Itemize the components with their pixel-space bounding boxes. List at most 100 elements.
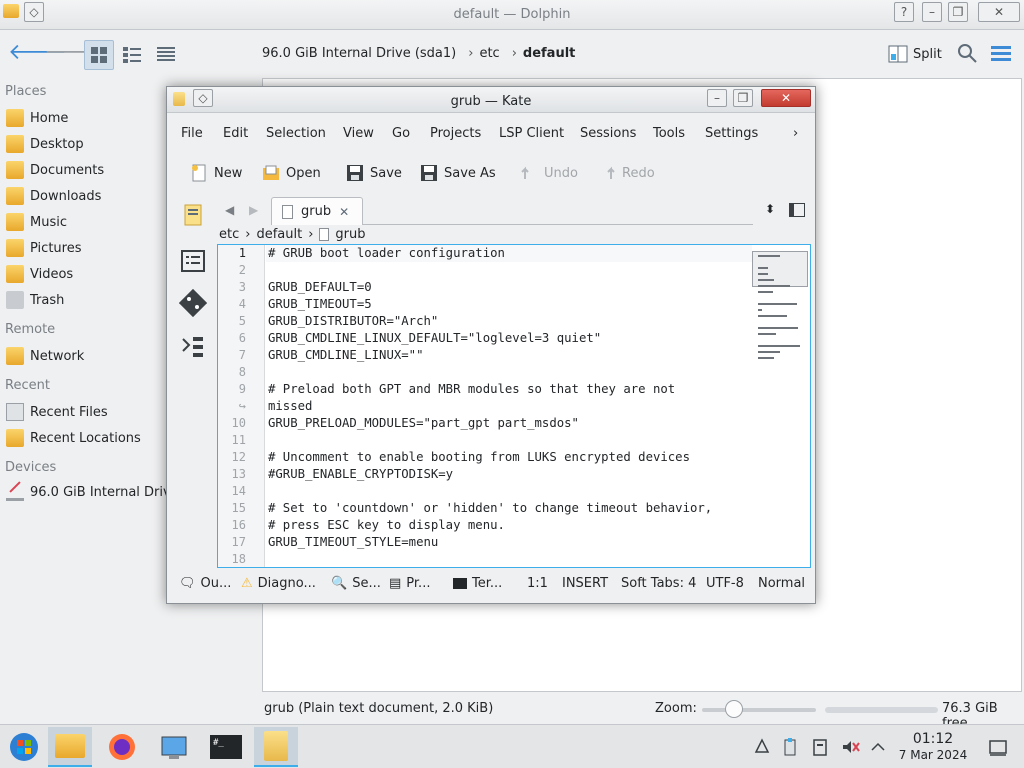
menu-overflow-chevron-icon[interactable]: ›: [793, 126, 798, 141]
tab-back-icon[interactable]: ◀: [225, 203, 234, 217]
git-icon[interactable]: [179, 289, 207, 317]
code-line[interactable]: GRUB_TIMEOUT=5: [268, 296, 372, 313]
code-line[interactable]: # press ESC key to display menu.: [268, 517, 505, 534]
code-line[interactable]: #GRUB_ENABLE_CRYPTODISK=y: [268, 466, 453, 483]
place-recent-locations[interactable]: Recent Locations: [6, 427, 141, 449]
code-line[interactable]: GRUB_CMDLINE_LINUX_DEFAULT="loglevel=3 q…: [268, 330, 601, 347]
project-tree-icon[interactable]: [179, 333, 207, 361]
kate-minimize-button[interactable]: –: [707, 89, 727, 107]
search-panel-button[interactable]: 🔍 Se...: [331, 576, 381, 591]
code-text[interactable]: # GRUB boot loader configuration GRUB_DEF…: [268, 245, 752, 567]
doc-breadcrumb-default[interactable]: default: [256, 227, 302, 242]
new-button[interactable]: New: [189, 161, 242, 185]
task-kate[interactable]: [254, 727, 298, 767]
task-dolphin[interactable]: [48, 727, 92, 767]
icons-view-button[interactable]: [84, 40, 114, 70]
code-line[interactable]: GRUB_DEFAULT=0: [268, 279, 372, 296]
minimap[interactable]: [752, 247, 808, 377]
code-line[interactable]: GRUB_PRELOAD_MODULES="part_gpt part_msdo…: [268, 415, 579, 432]
place-trash[interactable]: Trash: [6, 289, 64, 311]
projects-panel-button[interactable]: ▤ Pr...: [389, 576, 430, 591]
back-arrow-icon[interactable]: 🡐: [8, 40, 67, 68]
input-mode[interactable]: Normal: [758, 576, 805, 591]
forward-arrow-icon[interactable]: 🡒: [44, 40, 103, 68]
dolphin-maximize-button[interactable]: ❐: [948, 2, 968, 22]
dolphin-close-button[interactable]: ✕: [978, 2, 1020, 22]
open-button[interactable]: Open: [261, 161, 321, 185]
code-line[interactable]: GRUB_TIMEOUT_STYLE=menu: [268, 534, 438, 551]
kate-titlebar[interactable]: ◇ grub — Kate – ❐ ✕: [167, 87, 815, 113]
breadcrumb-default[interactable]: default: [523, 46, 575, 61]
cursor-position[interactable]: 1:1: [527, 576, 548, 591]
code-editor[interactable]: 1 2 3 4 5 6 7 8 9 ↪ 10 11 12 13 14 15 16 17 18 # GRUB boot…: [217, 244, 811, 568]
doc-breadcrumb-grub[interactable]: grub: [335, 227, 365, 242]
task-terminal[interactable]: #_: [204, 727, 248, 767]
dolphin-help-button[interactable]: ?: [894, 2, 914, 22]
redo-button[interactable]: Redo: [597, 161, 655, 185]
undo-button[interactable]: Undo: [519, 161, 578, 185]
menu-sessions[interactable]: Sessions: [580, 126, 636, 141]
compact-view-button[interactable]: [118, 40, 148, 70]
task-system-settings[interactable]: [152, 727, 196, 767]
task-firefox[interactable]: [100, 727, 144, 767]
notifications-icon[interactable]: [752, 737, 772, 757]
save-button[interactable]: Save: [345, 161, 402, 185]
menu-projects[interactable]: Projects: [430, 126, 481, 141]
menu-view[interactable]: View: [343, 126, 374, 141]
place-internal-drive[interactable]: 96.0 GiB Internal Drive: [6, 481, 179, 503]
split-editor-icon[interactable]: [789, 203, 805, 217]
tab-grub[interactable]: grub ✕: [271, 197, 363, 225]
code-line[interactable]: GRUB_CMDLINE_LINUX="": [268, 347, 423, 364]
output-panel-button[interactable]: 🗨 Ou...: [179, 576, 231, 591]
clock-time[interactable]: 01:12: [900, 731, 966, 747]
application-launcher[interactable]: [2, 727, 46, 767]
code-line[interactable]: # Preload both GPT and MBR modules so th…: [268, 381, 675, 398]
volume-muted-icon[interactable]: [840, 737, 860, 757]
place-network[interactable]: Network: [6, 345, 84, 367]
zoom-slider[interactable]: [702, 708, 816, 712]
symbols-outline-icon[interactable]: [179, 247, 207, 275]
kate-close-button[interactable]: ✕: [761, 89, 811, 107]
place-videos[interactable]: Videos: [6, 263, 73, 285]
menu-selection[interactable]: Selection: [266, 126, 326, 141]
device-notifier-icon[interactable]: [810, 737, 830, 757]
zoom-slider-handle[interactable]: [725, 700, 743, 718]
show-desktop-icon[interactable]: [988, 737, 1008, 757]
code-line[interactable]: missed: [268, 398, 312, 415]
place-documents[interactable]: Documents: [6, 159, 104, 181]
tab-forward-icon[interactable]: ▶: [249, 203, 258, 217]
dolphin-titlebar[interactable]: ◇ default — Dolphin ? – ❐ ✕: [0, 0, 1024, 30]
split-button[interactable]: Split: [888, 43, 942, 65]
code-line[interactable]: # Set to 'countdown' or 'hidden' to chan…: [268, 500, 712, 517]
hamburger-menu-icon[interactable]: [990, 44, 1012, 64]
diagnostics-panel-button[interactable]: ⚠ Diagno...: [241, 576, 316, 591]
kate-maximize-button[interactable]: ❐: [733, 89, 753, 107]
place-downloads[interactable]: Downloads: [6, 185, 101, 207]
code-line[interactable]: # GRUB boot loader configuration: [268, 245, 505, 262]
tab-close-icon[interactable]: ✕: [339, 205, 349, 219]
terminal-panel-button[interactable]: Ter...: [453, 576, 502, 591]
menu-tools[interactable]: Tools: [653, 126, 685, 141]
documents-panel-icon[interactable]: [179, 201, 207, 229]
menu-go[interactable]: Go: [392, 126, 410, 141]
menu-edit[interactable]: Edit: [223, 126, 248, 141]
place-recent-files[interactable]: Recent Files: [6, 401, 108, 423]
code-line[interactable]: GRUB_DISTRIBUTOR="Arch": [268, 313, 438, 330]
breadcrumb-etc[interactable]: etc: [479, 46, 499, 61]
save-as-button[interactable]: Save As: [419, 161, 496, 185]
indentation-setting[interactable]: Soft Tabs: 4: [621, 576, 696, 591]
pin-icon[interactable]: ⬍: [765, 202, 775, 216]
code-line[interactable]: # Uncomment to enable booting from LUKS …: [268, 449, 690, 466]
edit-mode[interactable]: INSERT: [562, 576, 608, 591]
menu-file[interactable]: File: [181, 126, 203, 141]
chevron-up-icon[interactable]: [868, 737, 888, 757]
place-music[interactable]: Music: [6, 211, 67, 233]
place-home[interactable]: Home: [6, 107, 68, 129]
encoding-setting[interactable]: UTF-8: [706, 576, 744, 591]
details-view-button[interactable]: [152, 40, 182, 70]
doc-breadcrumb-etc[interactable]: etc: [219, 227, 239, 242]
clipboard-icon[interactable]: [780, 737, 800, 757]
menu-lsp-client[interactable]: LSP Client: [499, 126, 564, 141]
search-icon[interactable]: [956, 42, 978, 64]
dolphin-minimize-button[interactable]: –: [922, 2, 942, 22]
